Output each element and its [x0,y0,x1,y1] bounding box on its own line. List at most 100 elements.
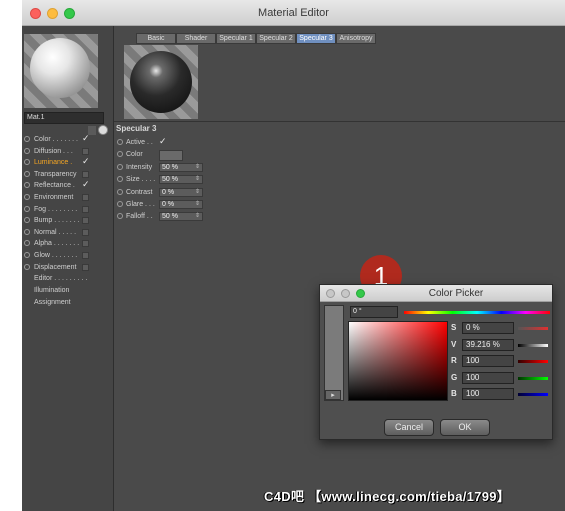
check-icon[interactable]: ✓ [82,179,90,190]
radio-icon[interactable] [117,163,123,170]
ok-button[interactable]: OK [440,419,490,436]
color-swatch[interactable] [159,150,183,162]
value-text: 0 % [162,201,175,208]
channel-r-label: R [451,356,457,365]
hue-input[interactable]: 0 ° [350,306,398,318]
channel-item[interactable]: Transparency [24,169,110,180]
radio-icon[interactable] [117,176,123,183]
radio-icon[interactable] [24,263,30,270]
channel-v-input[interactable]: 39.216 % [462,338,514,351]
material-preview[interactable] [24,34,98,108]
hue-slider[interactable] [404,311,550,314]
tab-specular-1[interactable]: Specular 1 [216,33,256,44]
spinner-icon[interactable]: ⇕ [195,164,200,171]
radio-icon[interactable] [117,139,123,145]
channel-label-wrap: Bump . . . . . . . [34,215,80,226]
channel-g-slider[interactable] [518,376,548,380]
channel-item[interactable]: Reflectance . ✓ [24,179,110,191]
black-sphere-preview [130,51,192,113]
channel-name: Glow [34,252,50,259]
check-icon[interactable]: ✓ [159,136,167,147]
check-icon[interactable]: ✓ [82,156,90,167]
tab-shader[interactable]: Shader [176,33,216,44]
material-name-field[interactable]: Mat.1 [24,112,104,124]
radio-icon[interactable] [24,217,30,224]
property-row: Glare . . . 0 % ⇕ [117,199,217,210]
sidebar-sub-item[interactable]: Assignment [34,299,71,306]
spinner-icon[interactable]: ⇕ [195,213,200,220]
radio-icon[interactable] [117,188,123,195]
window-title: Material Editor [258,7,329,19]
checkbox[interactable] [82,194,89,201]
radio-icon[interactable] [24,194,30,200]
radio-icon[interactable] [117,201,123,207]
checkbox[interactable] [82,240,89,248]
radio-icon[interactable] [24,170,30,177]
checkbox[interactable] [82,170,89,178]
channel-dots: . . . . . . . [50,136,78,143]
channel-item[interactable]: Normal . . . . . [24,227,110,238]
checkbox[interactable] [82,205,89,213]
channel-v-slider[interactable] [518,343,548,347]
value-field[interactable]: 0 % ⇕ [159,200,203,209]
channel-item[interactable]: Environment [24,192,110,203]
channel-g-input[interactable]: 100 [462,371,514,384]
spinner-icon[interactable]: ⇕ [195,201,200,208]
channel-b-input[interactable]: 100 [462,388,514,400]
checkbox[interactable] [82,228,89,236]
channel-r-slider[interactable] [518,360,548,363]
tab-specular-3[interactable]: Specular 3 [296,33,336,44]
channel-item[interactable]: Diffusion . . . [24,146,110,157]
channel-label-wrap: Luminance . [34,157,72,168]
channel-name: Displacement [34,263,77,271]
tab-basic[interactable]: Basic [136,33,176,44]
sidebar-sub-item[interactable]: Illumination [34,287,69,294]
channel-item[interactable]: Glow . . . . . . . [24,250,110,261]
channel-r-input[interactable]: 100 [462,355,514,367]
saturation-value-field[interactable] [348,321,448,401]
tab-anisotropy[interactable]: Anisotropy [336,33,376,44]
value-field[interactable]: 50 % ⇕ [159,162,203,172]
cancel-button[interactable]: Cancel [384,419,434,436]
check-icon[interactable]: ✓ [82,133,90,144]
checkbox[interactable] [82,252,89,259]
property-label: Contrast [126,188,153,196]
color-swatch-strip[interactable] [324,305,344,401]
radio-icon[interactable] [24,252,30,258]
channel-label-wrap: Fog . . . . . . . . [34,204,77,215]
radio-icon[interactable] [117,213,123,220]
value-field[interactable]: 0 % ⇕ [159,187,203,197]
spinner-icon[interactable]: ⇕ [195,189,200,196]
radio-icon[interactable] [24,205,30,212]
channel-b-slider[interactable] [518,393,548,396]
channel-item[interactable]: Color . . . . . . . ✓ [24,133,110,145]
radio-icon[interactable] [24,228,30,235]
channel-label-wrap: Environment [34,192,73,203]
radio-icon[interactable] [24,159,30,166]
sidebar-sub-item[interactable]: Editor . . . . . . . . . [34,275,87,282]
channel-s-input[interactable]: 0 % [462,322,514,334]
radio-icon[interactable] [24,136,30,142]
spinner-icon[interactable]: ⇕ [195,176,200,183]
value-field[interactable]: 50 % ⇕ [159,212,203,222]
radio-icon[interactable] [117,151,123,158]
channel-item[interactable]: Luminance . ✓ [24,156,110,168]
tab-specular-2[interactable]: Specular 2 [256,33,296,44]
checkbox[interactable] [82,147,89,155]
value-field[interactable]: 50 % ⇕ [159,175,203,185]
white-sphere-preview [30,38,90,98]
channel-item[interactable]: Fog . . . . . . . . [24,204,110,215]
channel-dots: . [70,182,75,190]
value-text: 50 % [162,176,178,184]
expand-arrow-icon[interactable]: ▸ [325,390,341,400]
channel-item[interactable]: Bump . . . . . . . [24,215,110,226]
channel-item[interactable]: Alpha . . . . . . . [24,238,110,249]
checkbox[interactable] [82,263,89,271]
radio-icon[interactable] [24,182,30,189]
checkbox[interactable] [82,217,89,225]
section-title: Specular 3 [116,124,157,133]
radio-icon[interactable] [24,147,30,154]
channel-item[interactable]: Displacement [24,262,110,273]
radio-icon[interactable] [24,240,30,247]
channel-s-slider[interactable] [518,327,548,330]
